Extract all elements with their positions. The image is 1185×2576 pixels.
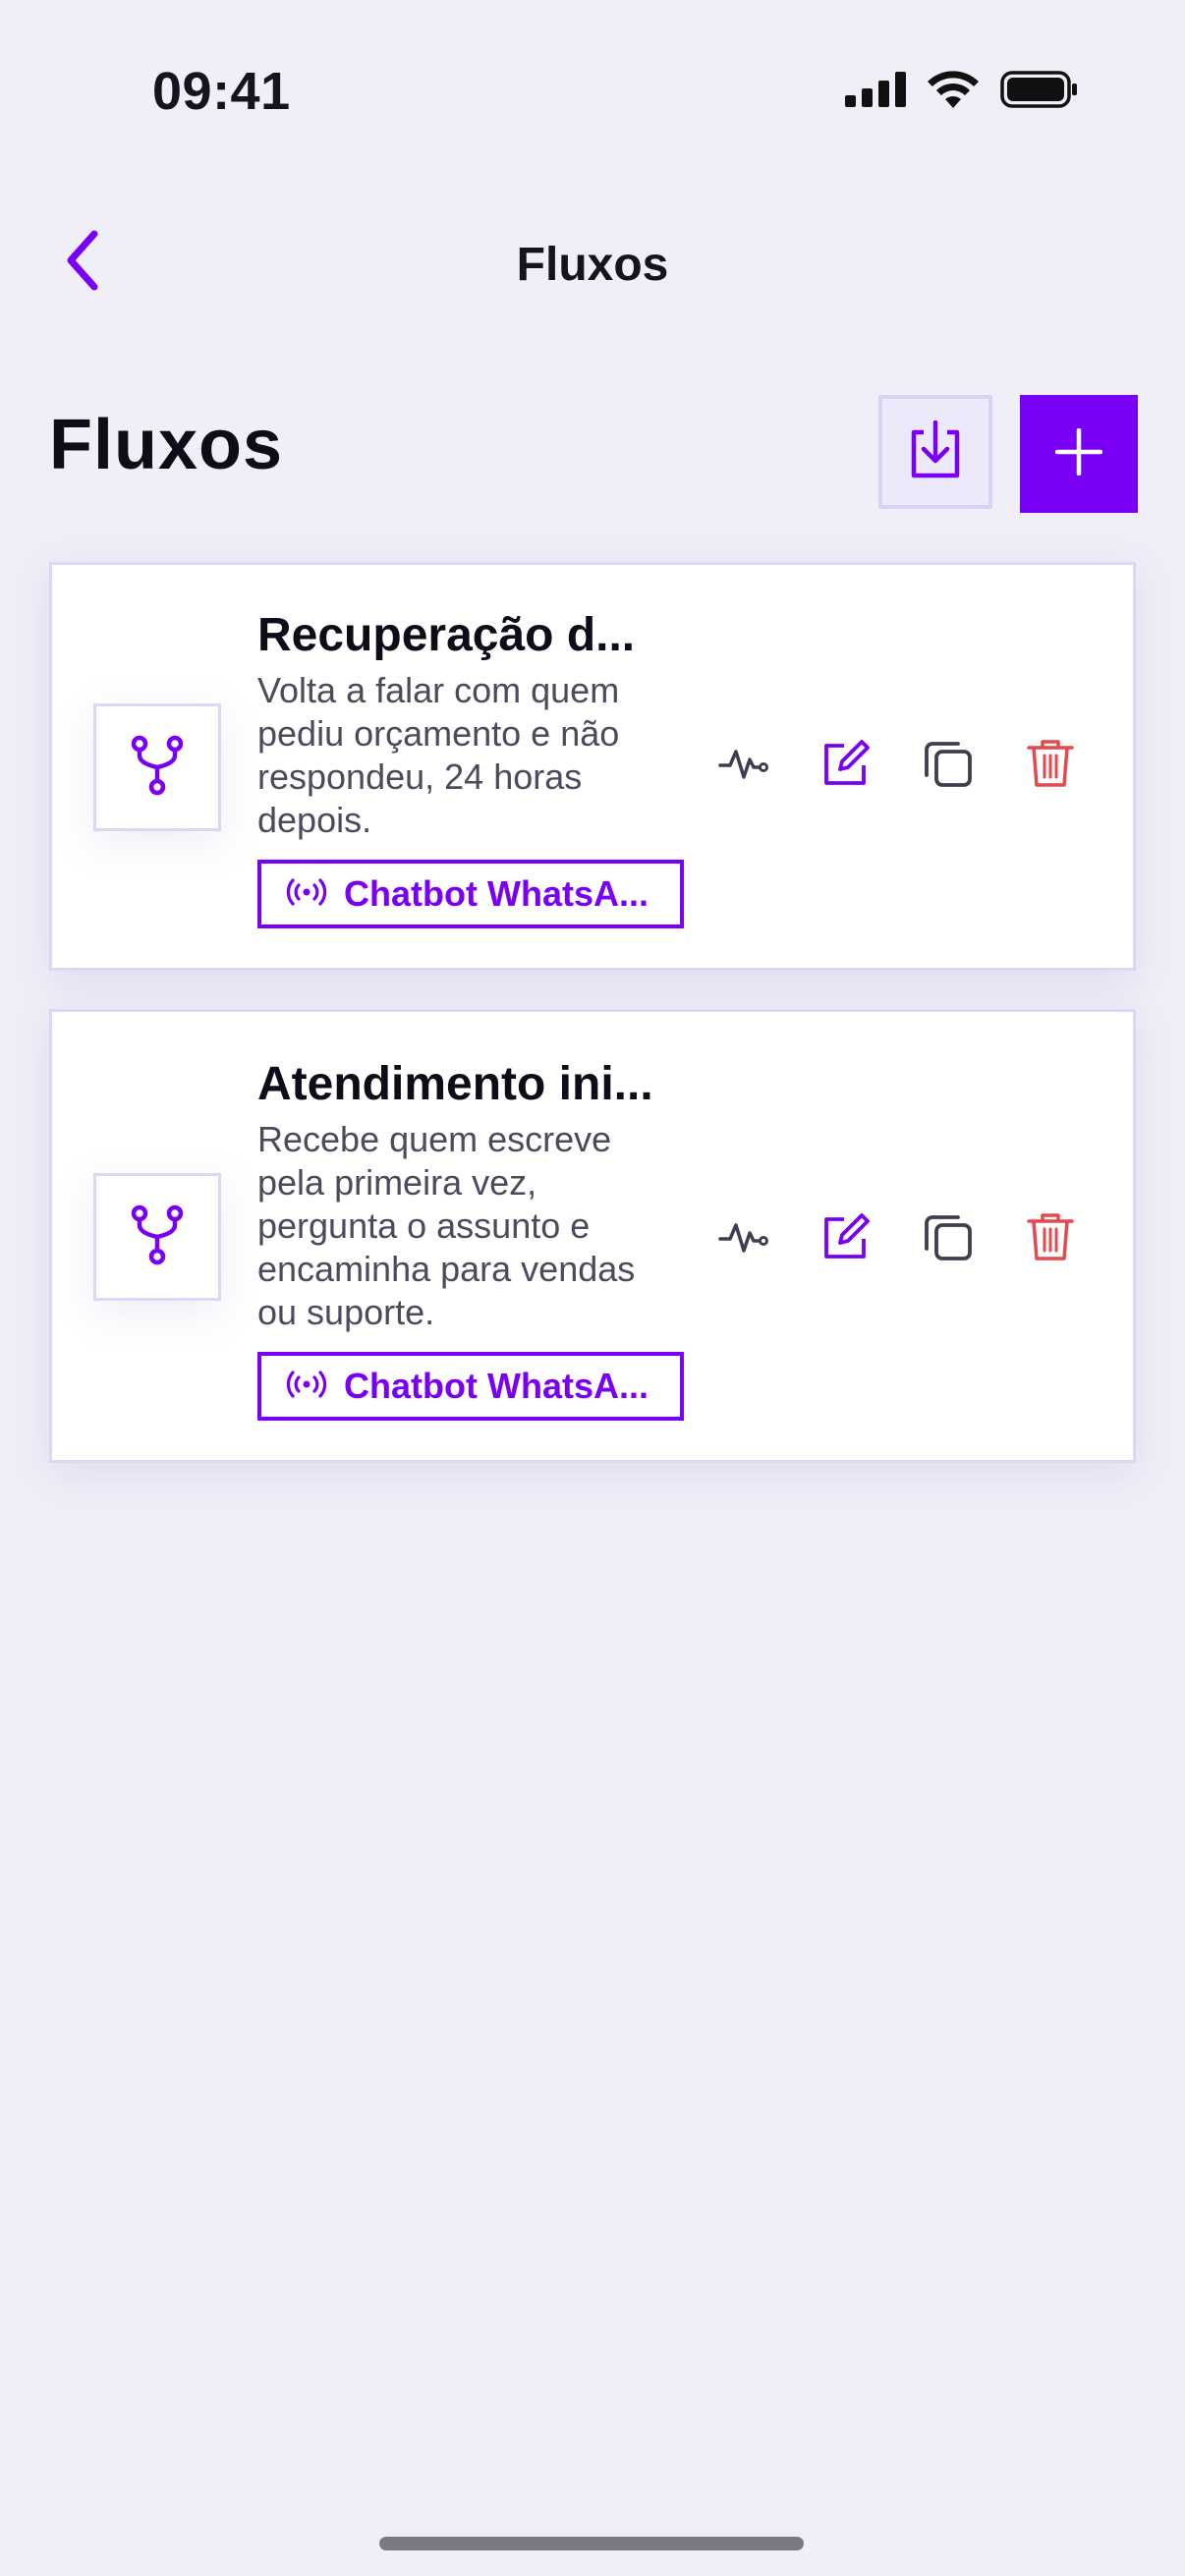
broadcast-icon [285,873,328,915]
copy-icon [923,738,974,794]
activity-icon [718,1211,769,1267]
channel-tag[interactable]: Chatbot WhatsA... [257,1352,684,1421]
duplicate-button[interactable] [925,1214,972,1262]
duplicate-button[interactable] [925,741,972,789]
flow-branch-icon [130,734,185,802]
flow-icon-box [93,1173,221,1301]
flow-actions [718,739,1074,789]
nav-title: Fluxos [516,239,669,291]
flow-description: Recebe quem escreve pela primeira vez, p… [257,1119,636,1332]
wifi-icon [928,71,979,113]
flow-title: Atendimento ini... [257,1058,653,1110]
flow-card[interactable]: Atendimento ini... Recebe quem escreve p… [49,1009,1136,1463]
edit-icon [820,1211,872,1267]
plus-icon [1054,427,1103,480]
flow-actions [718,1212,1074,1262]
broadcast-icon [285,1366,328,1407]
flow-branch-icon [130,1204,185,1271]
battery-icon [1000,71,1079,113]
copy-icon [923,1211,974,1267]
channel-tag[interactable]: Chatbot WhatsA... [257,860,684,928]
activity-button[interactable] [718,1215,768,1262]
cellular-signal-icon [845,72,906,112]
import-button[interactable] [878,395,992,509]
activity-button[interactable] [718,742,768,789]
flow-title: Recuperação d... [257,609,636,661]
page-title: Fluxos [49,406,284,484]
delete-button[interactable] [1027,739,1074,789]
home-indicator[interactable] [379,2537,804,2550]
flow-description: Volta a falar com quem pediu orçamento e… [257,670,620,840]
status-icons [845,71,1079,113]
edit-button[interactable] [822,739,870,789]
edit-icon [820,738,872,794]
trash-icon [1025,1211,1076,1267]
flow-card[interactable]: Recuperação d... Volta a falar com quem … [49,562,1136,971]
status-time: 09:41 [152,62,291,121]
delete-button[interactable] [1027,1212,1074,1262]
channel-label: Chatbot WhatsA... [344,873,649,914]
activity-icon [718,738,769,794]
flow-icon-box [93,703,221,831]
edit-button[interactable] [822,1212,870,1262]
download-icon [908,420,963,484]
trash-icon [1025,738,1076,794]
channel-label: Chatbot WhatsA... [344,1366,649,1406]
add-flow-button[interactable] [1020,395,1138,513]
